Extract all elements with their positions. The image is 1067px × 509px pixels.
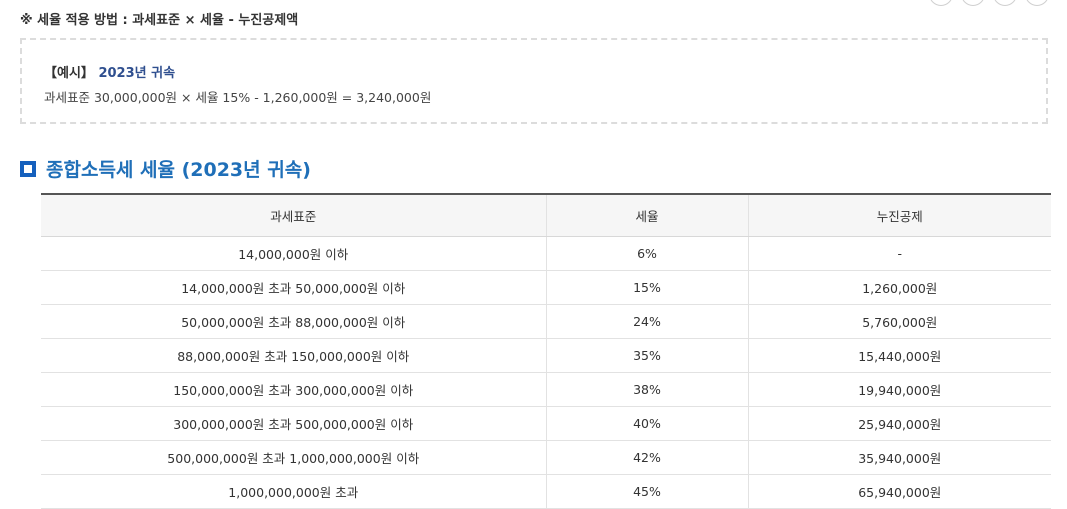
cell-tax-base: 1,000,000,000원 초과	[41, 474, 546, 509]
cell-tax-rate: 15%	[545, 270, 748, 305]
example-year-label: 2023년 귀속	[98, 66, 176, 81]
header-tax-rate: 세율	[545, 193, 748, 237]
cell-tax-rate: 24%	[545, 304, 748, 339]
cell-tax-base: 500,000,000원 초과 1,000,000,000원 이하	[41, 440, 546, 475]
cell-tax-base: 50,000,000원 초과 88,000,000원 이하	[41, 304, 546, 339]
section-heading: 종합소득세 세율 (2023년 귀속)	[20, 155, 311, 182]
cell-tax-rate: 35%	[545, 338, 748, 373]
header-tax-base: 과세표준	[41, 193, 546, 237]
cell-deduction: 19,940,000원	[747, 372, 1051, 407]
cell-tax-rate: 40%	[545, 406, 748, 441]
cell-tax-base: 300,000,000원 초과 500,000,000원 이하	[41, 406, 546, 441]
cell-tax-rate: 6%	[545, 236, 748, 271]
cell-tax-rate: 42%	[545, 440, 748, 475]
table-row: 150,000,000원 초과 300,000,000원 이하 38% 19,9…	[41, 372, 1051, 407]
table-row: 300,000,000원 초과 500,000,000원 이하 40% 25,9…	[41, 406, 1051, 441]
nav-circle-button[interactable]	[929, 0, 953, 6]
example-box: 【예시】 2023년 귀속 과세표준 30,000,000원 × 세율 15% …	[20, 38, 1048, 124]
nav-circle-button[interactable]	[1025, 0, 1049, 6]
cell-deduction: -	[747, 236, 1051, 271]
table-row: 1,000,000,000원 초과 45% 65,940,000원	[41, 474, 1051, 509]
cell-deduction: 1,260,000원	[747, 270, 1051, 305]
nav-circle-button[interactable]	[961, 0, 985, 6]
cell-tax-rate: 45%	[545, 474, 748, 509]
tax-method-note: ※ 세율 적용 방법 : 과세표준 × 세율 - 누진공제액	[20, 13, 299, 28]
square-bullet-icon	[20, 160, 36, 177]
header-progressive-deduction: 누진공제	[747, 193, 1051, 237]
cell-deduction: 35,940,000원	[747, 440, 1051, 475]
cell-tax-base: 88,000,000원 초과 150,000,000원 이하	[41, 338, 546, 373]
section-title-text: 종합소득세 세율 (2023년 귀속)	[46, 159, 311, 181]
table-row: 500,000,000원 초과 1,000,000,000원 이하 42% 35…	[41, 440, 1051, 475]
table-row: 88,000,000원 초과 150,000,000원 이하 35% 15,44…	[41, 338, 1051, 373]
example-formula: 과세표준 30,000,000원 × 세율 15% - 1,260,000원 =…	[44, 90, 432, 105]
table-header-row: 과세표준 세율 누진공제	[41, 193, 1051, 237]
cell-tax-base: 14,000,000원 이하	[41, 236, 546, 271]
cell-deduction: 65,940,000원	[747, 474, 1051, 509]
example-title: 【예시】 2023년 귀속	[44, 62, 175, 81]
cell-deduction: 5,760,000원	[747, 304, 1051, 339]
cell-tax-base: 14,000,000원 초과 50,000,000원 이하	[41, 270, 546, 305]
example-bracket-label: 【예시】	[44, 66, 94, 81]
cell-tax-base: 150,000,000원 초과 300,000,000원 이하	[41, 372, 546, 407]
top-nav-circles	[929, 0, 1049, 6]
table-row: 14,000,000원 이하 6% -	[41, 236, 1051, 271]
table-row: 14,000,000원 초과 50,000,000원 이하 15% 1,260,…	[41, 270, 1051, 305]
cell-tax-rate: 38%	[545, 372, 748, 407]
nav-circle-button[interactable]	[993, 0, 1017, 6]
table-row: 50,000,000원 초과 88,000,000원 이하 24% 5,760,…	[41, 304, 1051, 339]
cell-deduction: 15,440,000원	[747, 338, 1051, 373]
tax-rate-table: 과세표준 세율 누진공제 14,000,000원 이하 6% - 14,000,…	[41, 193, 1051, 509]
cell-deduction: 25,940,000원	[747, 406, 1051, 441]
